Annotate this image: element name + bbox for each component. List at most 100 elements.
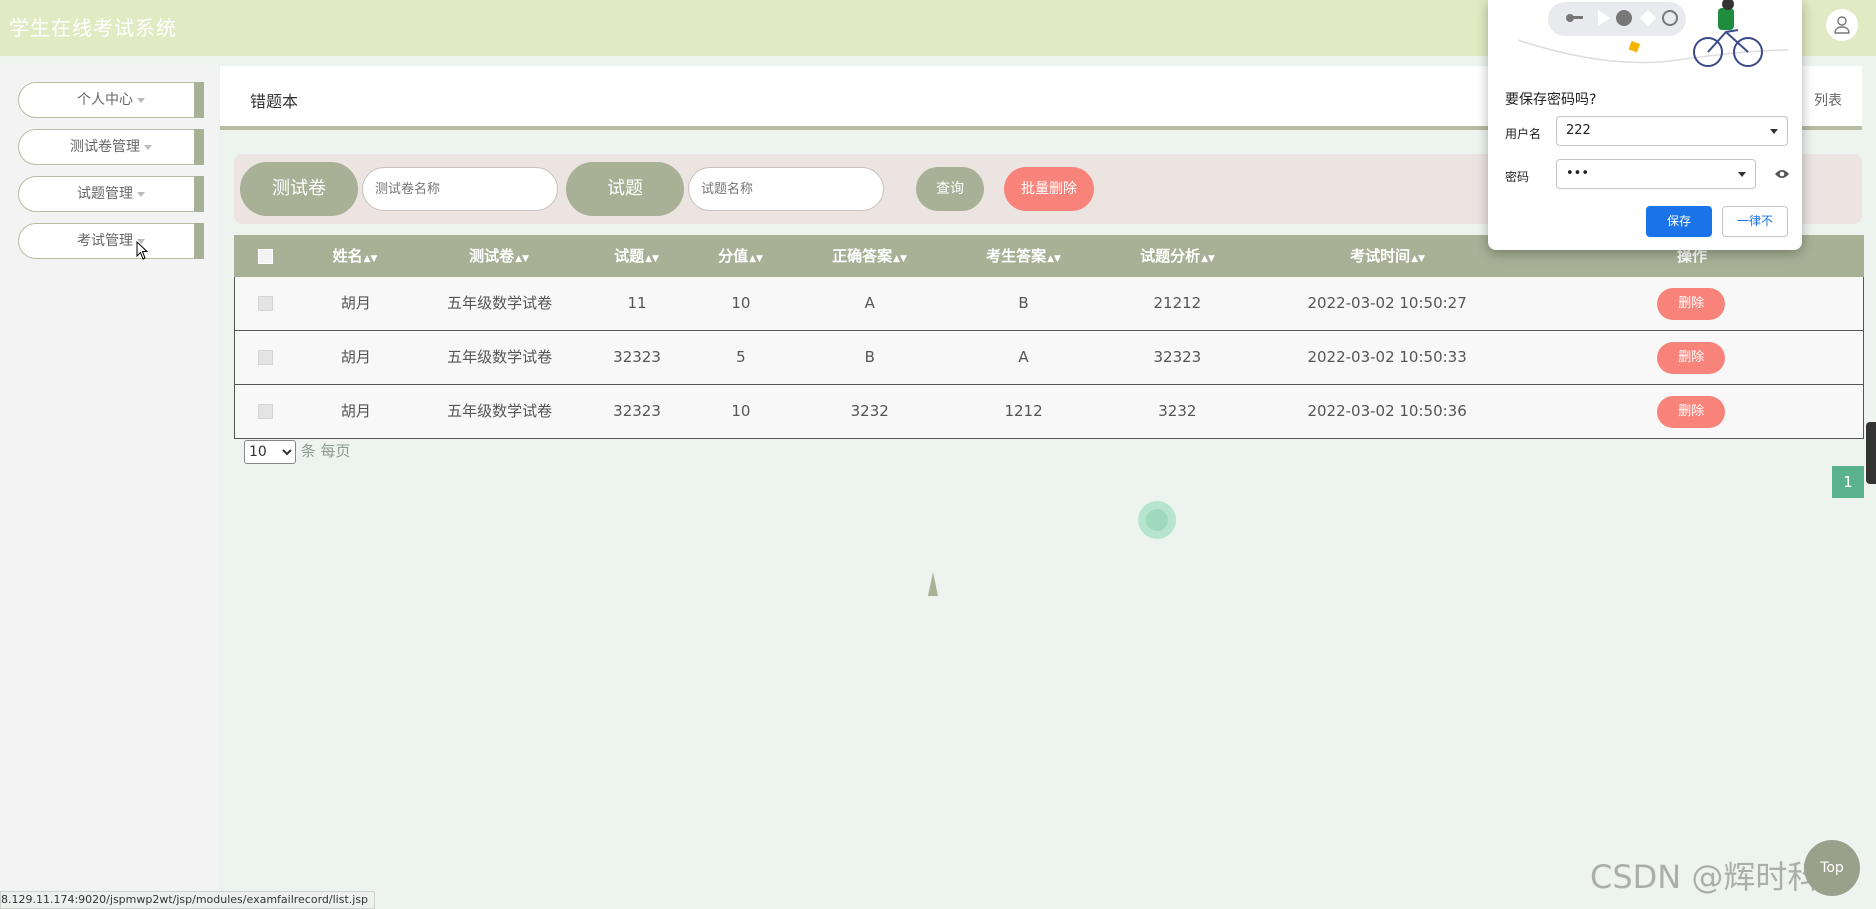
sort-icon: ▲▼ — [1047, 254, 1061, 264]
cell-score: 10 — [731, 294, 751, 312]
sidebar-item-label: 考试管理 — [77, 233, 133, 249]
col-header-paper[interactable]: 测试卷▲▼ — [414, 235, 584, 277]
row-checkbox[interactable] — [258, 296, 274, 311]
password-label: 密码 — [1505, 170, 1530, 184]
cell-name: 胡月 — [340, 402, 371, 420]
dropdown-arrow-icon — [1738, 172, 1746, 177]
sidebar-item-exam-management[interactable]: 考试管理 — [18, 223, 204, 259]
cell-analysis: 3232 — [1158, 402, 1197, 420]
col-header-name[interactable]: 姓名▲▼ — [296, 235, 414, 277]
error-record-table: 姓名▲▼ 测试卷▲▼ 试题▲▼ 分值▲▼ 正确答案▲▼ 考生答案▲▼ 试题分析▲… — [234, 235, 1864, 439]
cell-analysis: 32323 — [1153, 348, 1202, 366]
cell-name: 胡月 — [340, 294, 371, 312]
username-value: 222 — [1566, 123, 1591, 138]
sidebar: 个人中心 测试卷管理 试题管理 考试管理 — [0, 64, 218, 907]
save-password-popup: 要保存密码吗? 用户名 222 密码 ••• 保存 一律不 — [1488, 0, 1802, 250]
row-checkbox[interactable] — [258, 404, 274, 419]
sidebar-item-bar — [194, 223, 204, 259]
cell-question: 32323 — [613, 402, 661, 420]
cell-question: 11 — [627, 294, 647, 312]
eye-icon[interactable] — [1774, 168, 1790, 180]
sort-icon: ▲▼ — [515, 254, 529, 264]
table-row: 胡月 五年级数学试卷 11 10 A B 21212 2022-03-02 10… — [234, 277, 1864, 331]
sidebar-item-personal-center[interactable]: 个人中心 — [18, 82, 204, 118]
cell-exam-time: 2022-03-02 10:50:36 — [1307, 402, 1467, 420]
batch-delete-button[interactable]: 批量删除 — [1004, 167, 1094, 211]
sidebar-item-bar — [194, 82, 204, 118]
loading-dot-icon — [1138, 501, 1176, 539]
page-size-select[interactable]: 10 — [244, 440, 296, 464]
sidebar-item-label: 测试卷管理 — [70, 139, 140, 155]
cell-exam-time: 2022-03-02 10:50:33 — [1307, 348, 1467, 366]
question-name-label: 试题 — [566, 162, 684, 216]
delete-button[interactable]: 删除 — [1657, 341, 1726, 374]
user-avatar-icon[interactable] — [1826, 9, 1858, 41]
cell-paper: 五年级数学试卷 — [447, 402, 553, 420]
cell-name: 胡月 — [340, 348, 371, 366]
sort-icon: ▲▼ — [363, 254, 378, 264]
sidebar-item-bar — [194, 176, 204, 212]
row-checkbox[interactable] — [258, 350, 274, 365]
col-header-question[interactable]: 试题▲▼ — [584, 235, 689, 277]
col-header-score[interactable]: 分值▲▼ — [689, 235, 792, 277]
password-field[interactable]: ••• — [1556, 159, 1756, 189]
cell-correct-answer: B — [864, 348, 875, 366]
paper-name-label: 测试卷 — [240, 162, 358, 216]
cell-analysis: 21212 — [1153, 294, 1202, 312]
triangle-marker-icon — [928, 572, 938, 596]
pagination-size: 10 条 每页 — [244, 440, 351, 464]
sidebar-item-bar — [194, 129, 204, 165]
select-all-cell — [234, 235, 296, 277]
sort-icon: ▲▼ — [645, 254, 659, 264]
paper-name-input[interactable] — [362, 167, 558, 211]
cell-paper: 五年级数学试卷 — [447, 294, 553, 312]
col-header-analysis[interactable]: 试题分析▲▼ — [1100, 235, 1255, 277]
cell-student-answer: B — [1018, 294, 1029, 312]
cell-correct-answer: A — [864, 294, 875, 312]
table-row: 胡月 五年级数学试卷 32323 10 3232 1212 3232 2022-… — [234, 385, 1864, 439]
cell-paper: 五年级数学试卷 — [447, 348, 553, 366]
save-password-button[interactable]: 保存 — [1646, 206, 1712, 237]
mouse-cursor-icon — [136, 241, 149, 260]
col-header-correct-answer[interactable]: 正确答案▲▼ — [792, 235, 947, 277]
query-button[interactable]: 查询 — [916, 167, 984, 211]
per-page-label: 条 每页 — [300, 442, 351, 460]
col-header-student-answer[interactable]: 考生答案▲▼ — [947, 235, 1100, 277]
sidebar-item-label: 试题管理 — [77, 186, 133, 202]
delete-button[interactable]: 删除 — [1657, 395, 1726, 428]
cell-exam-time: 2022-03-02 10:50:27 — [1307, 294, 1467, 312]
password-illustration — [1488, 0, 1802, 80]
delete-button[interactable]: 删除 — [1657, 287, 1726, 320]
username-field[interactable]: 222 — [1556, 116, 1788, 146]
app-title: 学生在线考试系统 — [9, 16, 177, 40]
cell-student-answer: A — [1018, 348, 1029, 366]
save-password-question: 要保存密码吗? — [1505, 92, 1597, 108]
caret-down-icon — [137, 191, 145, 197]
caret-down-icon — [137, 97, 145, 103]
sort-icon: ▲▼ — [1201, 254, 1215, 264]
cell-score: 10 — [731, 402, 751, 420]
sidebar-item-paper-management[interactable]: 测试卷管理 — [18, 129, 204, 165]
password-value: ••• — [1566, 166, 1590, 181]
page-number-current[interactable]: 1 — [1832, 466, 1864, 498]
cell-correct-answer: 3232 — [850, 402, 889, 420]
sort-icon: ▲▼ — [749, 254, 763, 264]
breadcrumb-list-link[interactable]: 列表 — [1814, 90, 1842, 110]
caret-down-icon — [144, 144, 152, 150]
select-all-checkbox[interactable] — [257, 249, 273, 264]
username-label: 用户名 — [1505, 127, 1542, 141]
cell-score: 5 — [736, 348, 746, 366]
sidebar-item-question-management[interactable]: 试题管理 — [18, 176, 204, 212]
sidebar-item-label: 个人中心 — [77, 92, 133, 108]
dropdown-arrow-icon — [1770, 129, 1778, 134]
cell-student-answer: 1212 — [1004, 402, 1043, 420]
table-row: 胡月 五年级数学试卷 32323 5 B A 32323 2022-03-02 … — [234, 331, 1864, 385]
question-name-input[interactable] — [688, 167, 884, 211]
page-title: 错题本 — [250, 92, 299, 111]
sort-icon: ▲▼ — [1411, 254, 1425, 264]
col-header-exam-time[interactable]: 考试时间▲▼ — [1255, 235, 1520, 277]
cell-question: 32323 — [613, 348, 661, 366]
never-save-button[interactable]: 一律不 — [1722, 206, 1788, 237]
side-handle[interactable] — [1866, 422, 1876, 484]
back-to-top-button[interactable]: Top — [1804, 840, 1860, 896]
